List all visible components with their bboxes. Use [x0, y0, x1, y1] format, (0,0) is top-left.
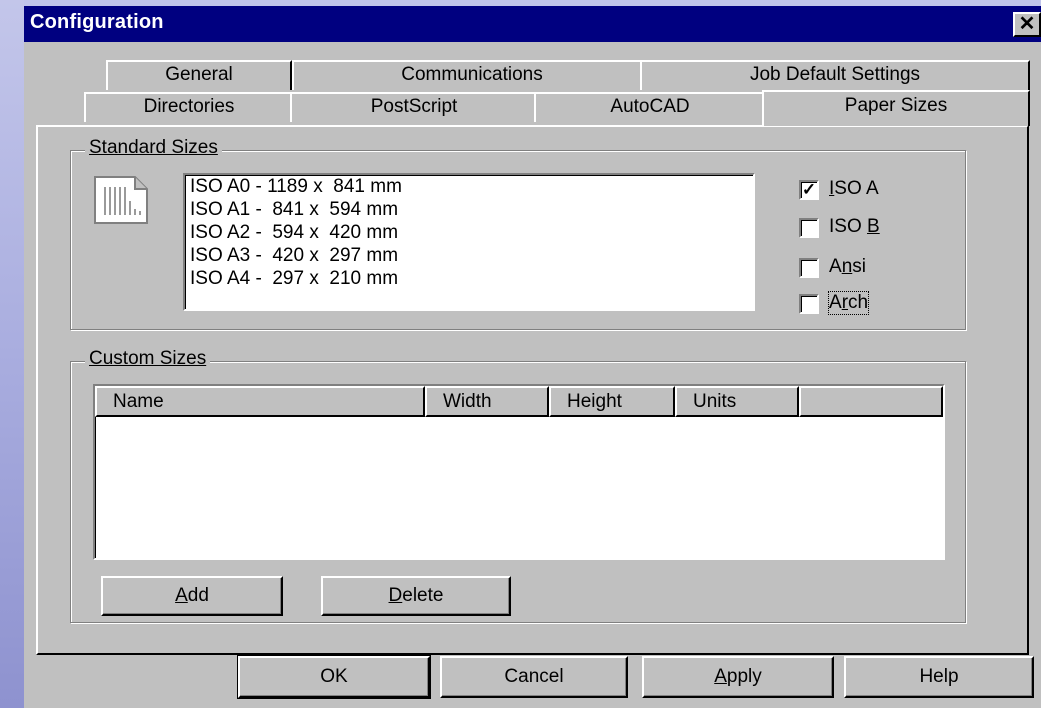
- delete-button[interactable]: Delete: [321, 576, 511, 616]
- tab-directories[interactable]: Directories: [84, 92, 294, 122]
- delete-button-label: Delete: [388, 585, 444, 606]
- custom-sizes-group: Custom Sizes Name Width Height Units Add: [70, 348, 966, 623]
- column-header-filler: [799, 386, 943, 417]
- ansi-checkbox[interactable]: [799, 258, 819, 278]
- cancel-button[interactable]: Cancel: [440, 656, 628, 698]
- list-item[interactable]: ISO A3 - 420 x 297 mm: [185, 244, 753, 267]
- iso-a-label: ISO A: [829, 178, 879, 199]
- custom-sizes-list[interactable]: Name Width Height Units: [93, 384, 945, 560]
- standard-sizes-list[interactable]: ISO A0 - 1189 x 841 mm ISO A1 - 841 x 59…: [183, 173, 755, 311]
- add-button-label: Add: [175, 585, 209, 606]
- column-header-label: Width: [443, 391, 492, 412]
- help-button[interactable]: Help: [844, 656, 1034, 698]
- column-header-width[interactable]: Width: [425, 386, 549, 417]
- title-bar[interactable]: Configuration ✕: [24, 6, 1041, 42]
- column-header-label: Units: [693, 391, 737, 412]
- close-icon: ✕: [1018, 13, 1036, 35]
- tab-communications[interactable]: Communications: [292, 60, 652, 90]
- standard-sizes-label: Standard Sizes: [85, 137, 222, 159]
- tab-label: Job Default Settings: [749, 64, 921, 85]
- iso-a-checkbox[interactable]: ✓: [799, 180, 819, 200]
- standard-sizes-group: Standard Sizes ISO A0 - 1189 x 841 mm IS…: [70, 137, 966, 330]
- tab-paper-sizes[interactable]: Paper Sizes: [762, 90, 1030, 126]
- custom-sizes-label-text: Custom Sizes: [89, 348, 207, 369]
- tab-label: Communications: [401, 64, 543, 85]
- column-header-height[interactable]: Height: [549, 386, 675, 417]
- list-item[interactable]: ISO A2 - 594 x 420 mm: [185, 221, 753, 244]
- desktop-background: [0, 0, 24, 708]
- tab-autocad[interactable]: AutoCAD: [534, 92, 766, 122]
- tab-label: General: [165, 64, 233, 85]
- arch-label: Arch: [827, 291, 870, 315]
- custom-sizes-label: Custom Sizes: [85, 348, 211, 370]
- tab-label: Directories: [143, 96, 235, 117]
- tab-label: Paper Sizes: [844, 95, 948, 116]
- ok-button[interactable]: OK: [237, 655, 431, 699]
- column-header-label: Height: [567, 391, 622, 412]
- tab-job-default-settings[interactable]: Job Default Settings: [640, 60, 1030, 90]
- apply-button[interactable]: Apply: [642, 656, 834, 698]
- checkmark-icon: ✓: [801, 180, 817, 199]
- tab-label: PostScript: [370, 96, 458, 117]
- add-button[interactable]: Add: [101, 576, 283, 616]
- help-button-label: Help: [919, 666, 959, 687]
- ansi-label: Ansi: [829, 256, 866, 277]
- tab-postscript[interactable]: PostScript: [290, 92, 538, 122]
- paper-icon: [94, 176, 148, 224]
- tab-label: AutoCAD: [610, 96, 690, 117]
- arch-checkbox[interactable]: [799, 294, 819, 314]
- window-title: Configuration: [30, 11, 164, 33]
- list-item[interactable]: ISO A4 - 297 x 210 mm: [185, 267, 753, 290]
- list-item[interactable]: ISO A0 - 1189 x 841 mm: [185, 175, 753, 198]
- paper-sizes-panel: Standard Sizes ISO A0 - 1189 x 841 mm IS…: [36, 125, 1029, 655]
- close-button[interactable]: ✕: [1013, 12, 1041, 37]
- column-header-units[interactable]: Units: [675, 386, 799, 417]
- cancel-button-label: Cancel: [504, 666, 564, 687]
- configuration-dialog: Configuration ✕ General Communications J…: [24, 6, 1041, 708]
- apply-button-label: Apply: [714, 666, 762, 687]
- iso-b-label: ISO B: [829, 216, 880, 237]
- list-item[interactable]: ISO A1 - 841 x 594 mm: [185, 198, 753, 221]
- ok-button-label: OK: [320, 666, 348, 687]
- tab-general[interactable]: General: [106, 60, 292, 90]
- iso-b-checkbox[interactable]: [799, 218, 819, 238]
- standard-sizes-label-text: Standard Sizes: [89, 137, 218, 158]
- column-header-label: Name: [113, 391, 164, 412]
- column-header-name[interactable]: Name: [95, 386, 425, 417]
